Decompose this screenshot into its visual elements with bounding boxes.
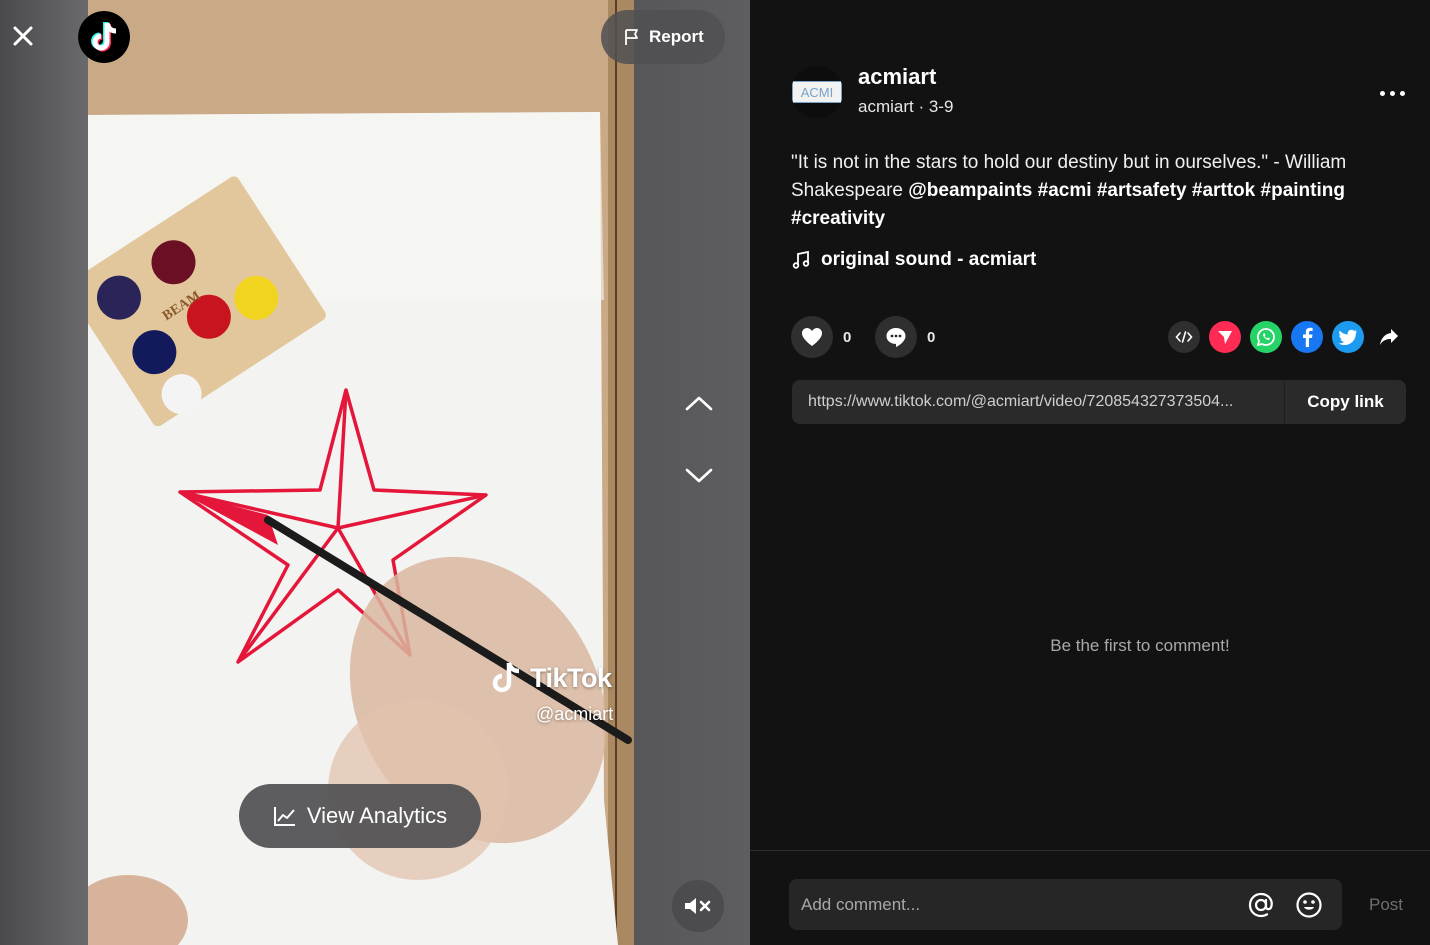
tiktok-note-icon [492, 662, 520, 693]
watermark-handle: @acmiart [536, 704, 614, 724]
avatar-logo-text: ACMI [792, 81, 842, 103]
hashtag-link[interactable]: #arttok [1192, 180, 1255, 201]
comment-input[interactable]: Add comment... [789, 879, 1342, 930]
comment-count: 0 [927, 328, 936, 346]
sound-link[interactable]: original sound - acmiart [791, 249, 1036, 271]
previous-video-button[interactable] [676, 380, 722, 426]
more-dot-icon [1399, 90, 1405, 96]
chevron-down-icon [685, 468, 713, 483]
empty-comments-message: Be the first to comment! [1050, 636, 1230, 655]
comment-bar: Add comment... Post [750, 850, 1430, 945]
like-button[interactable] [791, 316, 833, 358]
tiktok-logo[interactable] [78, 11, 130, 63]
share-twitter-button[interactable] [1332, 321, 1364, 353]
mention-button[interactable] [1246, 890, 1276, 920]
report-button[interactable]: Report [601, 10, 725, 64]
send-to-friends-button[interactable] [1209, 321, 1241, 353]
author-username[interactable]: acmiart [858, 64, 936, 90]
view-analytics-button[interactable]: View Analytics [239, 784, 481, 848]
whatsapp-icon [1256, 328, 1275, 347]
paper-plane-icon [1218, 331, 1232, 344]
embed-code-icon [1175, 331, 1193, 343]
comment-action: 0 [875, 316, 935, 358]
copy-link-button[interactable]: Copy link [1284, 380, 1406, 424]
hashtag-link[interactable]: #acmi [1038, 180, 1092, 201]
comment-button[interactable] [875, 316, 917, 358]
share-whatsapp-button[interactable] [1250, 321, 1282, 353]
more-dot-icon [1379, 90, 1385, 96]
mention-link[interactable]: @beampaints [908, 180, 1032, 201]
comment-placeholder[interactable]: Add comment... [801, 895, 1246, 915]
tiktok-logo-icon [78, 11, 130, 63]
tiktok-watermark: TikTok @acmiart [490, 660, 613, 725]
more-options-button[interactable] [1372, 78, 1412, 108]
twitter-bird-icon [1338, 329, 1357, 345]
hashtag-link[interactable]: #artsafety [1097, 180, 1187, 201]
chevron-up-icon [685, 396, 713, 411]
like-count: 0 [843, 328, 852, 346]
post-comment-button[interactable]: Post [1369, 895, 1403, 915]
sound-label: original sound - acmiart [821, 249, 1037, 270]
video-backdrop-left [0, 0, 88, 945]
view-analytics-label: View Analytics [306, 803, 448, 828]
flag-icon [625, 29, 638, 45]
tiktok-video-viewer: BEAM Report TikTok @acmiart View Analyti… [0, 0, 1430, 945]
facebook-icon [1303, 327, 1313, 347]
author-subline: acmiart · 3-9 [858, 97, 954, 116]
avatar[interactable]: ACMI [791, 66, 843, 118]
mute-toggle-button[interactable] [672, 880, 724, 932]
share-link-box: https://www.tiktok.com/@acmiart/video/72… [792, 380, 1406, 424]
heart-icon [802, 328, 822, 346]
analytics-chart-icon [273, 807, 295, 826]
volume-muted-icon [685, 898, 711, 914]
share-arrow-icon [1380, 329, 1398, 345]
comment-bubble-icon [886, 328, 906, 347]
video-panel[interactable]: BEAM Report TikTok @acmiart View Analyti… [0, 0, 750, 945]
watermark-brand: TikTok [490, 660, 613, 696]
more-share-button[interactable] [1373, 321, 1405, 353]
report-label: Report [649, 27, 704, 46]
close-icon [13, 26, 33, 46]
embed-button[interactable] [1168, 321, 1200, 353]
post-details-panel: ACMI acmiart acmiart · 3-9 "It is not in… [750, 0, 1430, 945]
emoji-button[interactable] [1294, 890, 1324, 920]
watermark-brand-text: TikTok [530, 662, 612, 693]
share-link-url[interactable]: https://www.tiktok.com/@acmiart/video/72… [792, 393, 1284, 411]
music-note-icon [792, 250, 810, 269]
hashtag-link[interactable]: #painting [1261, 180, 1345, 201]
emoji-smile-icon [1296, 891, 1322, 918]
share-icons [1168, 321, 1405, 353]
hashtag-link[interactable]: #creativity [791, 208, 885, 229]
at-sign-icon [1248, 892, 1273, 917]
like-action: 0 [791, 316, 851, 358]
post-caption: "It is not in the stars to hold our dest… [791, 149, 1401, 233]
share-facebook-button[interactable] [1291, 321, 1323, 353]
next-video-button[interactable] [676, 453, 722, 499]
more-dot-icon [1389, 90, 1395, 96]
action-row: 0 0 [791, 316, 1405, 358]
